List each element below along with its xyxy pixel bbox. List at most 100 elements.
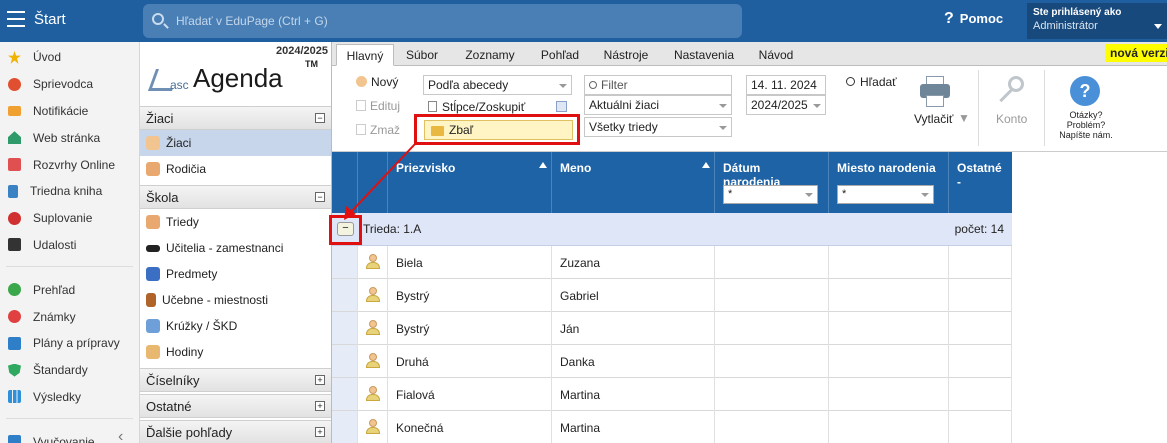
save-icon[interactable] xyxy=(556,101,567,112)
agenda-item-kruzky[interactable]: Krúžky / ŠKD xyxy=(140,313,331,339)
toolbar-divider xyxy=(978,70,979,146)
cell-surname: Bystrý xyxy=(387,279,551,312)
nav-item-udalosti[interactable]: Udalosti xyxy=(0,232,139,259)
tab-navod[interactable]: Návod xyxy=(750,44,802,66)
expand-toggle-icon[interactable]: + xyxy=(315,427,325,437)
agenda-item-rodicia[interactable]: Rodičia xyxy=(140,156,331,182)
nav-item-suplovanie[interactable]: Suplovanie xyxy=(0,205,139,232)
table-row[interactable]: Konečná Martina xyxy=(332,411,1012,443)
filter-value: * xyxy=(842,188,847,200)
agenda-item-triedy[interactable]: Triedy xyxy=(140,209,331,235)
filter-input[interactable]: Filter xyxy=(584,75,732,95)
nav-item-triedna-kniha[interactable]: Triedna kniha xyxy=(0,178,139,205)
columns-group-button[interactable]: Stĺpce/Zoskupiť xyxy=(428,100,525,114)
agenda-item-label: Žiaci xyxy=(166,136,192,150)
column-header-meno[interactable]: Meno xyxy=(551,152,714,213)
tab-subor[interactable]: Súbor xyxy=(396,44,448,66)
table-row[interactable]: Bystrý Gabriel xyxy=(332,279,1012,312)
column-header-datum[interactable]: Dátum narodenia * xyxy=(714,152,828,213)
find-button[interactable]: Hľadať xyxy=(846,75,897,89)
nav-item-notifikacie[interactable]: Notifikácie xyxy=(0,98,139,125)
tab-pohlad[interactable]: Pohľad xyxy=(532,44,588,66)
filter-value: * xyxy=(728,188,733,200)
contact-us-button[interactable]: Otázky? Problém? Napíšte nám. xyxy=(1050,110,1122,140)
agenda-item-ucitelia[interactable]: Učitelia - zamestnanci xyxy=(140,235,331,261)
key-icon[interactable] xyxy=(996,76,1026,106)
edit-button[interactable]: Edituj xyxy=(356,99,400,113)
nav-label: Úvod xyxy=(33,50,62,65)
section-ciselniky[interactable]: Číselníky + xyxy=(140,368,331,392)
filter-select-miesto[interactable]: * xyxy=(837,185,934,204)
nav-label: Štandardy xyxy=(33,363,88,378)
nav-item-vysledky[interactable]: Výsledky xyxy=(0,384,139,411)
menu-icon[interactable] xyxy=(7,11,25,27)
sort-select[interactable]: Podľa abecedy xyxy=(423,75,572,95)
nav-item-znamky[interactable]: Známky xyxy=(0,303,139,330)
mail-icon xyxy=(8,105,21,116)
chevron-down-icon xyxy=(1154,24,1162,29)
cell-place xyxy=(828,312,948,345)
row-icon-cell xyxy=(357,312,387,345)
classes-select[interactable]: Všetky triedy xyxy=(584,117,732,137)
nav-item-rozvrhy[interactable]: Rozvrhy Online xyxy=(0,151,139,178)
help-button[interactable]: ? Pomoc xyxy=(944,10,1003,28)
section-skola[interactable]: Škola − xyxy=(140,185,331,209)
collapse-toggle-icon[interactable]: − xyxy=(315,192,325,202)
table-row[interactable]: Druhá Danka xyxy=(332,345,1012,378)
expand-toggle-icon[interactable]: + xyxy=(315,375,325,385)
section-label: Číselníky xyxy=(146,373,200,388)
agenda-item-ucebne[interactable]: Učebne - miestnosti xyxy=(140,287,331,313)
agenda-item-label: Rodičia xyxy=(166,162,207,176)
question-icon[interactable]: ? xyxy=(1070,76,1100,106)
expand-toggle-icon[interactable]: + xyxy=(315,401,325,411)
table-row[interactable]: Biela Zuzana xyxy=(332,246,1012,279)
cell-place xyxy=(828,246,948,279)
table-row[interactable]: Fialová Martina xyxy=(332,378,1012,411)
new-button[interactable]: Nový xyxy=(356,75,398,89)
column-header-label: Ostatné - xyxy=(957,161,1002,189)
cell-name: Martina xyxy=(551,411,714,443)
section-dalsie-pohlady[interactable]: Ďalšie pohľady + xyxy=(140,420,331,443)
column-header-miesto[interactable]: Miesto narodenia * xyxy=(828,152,948,213)
agenda-item-predmety[interactable]: Predmety xyxy=(140,261,331,287)
nav-item-sprievodca[interactable]: Sprievodca xyxy=(0,71,139,98)
year-select[interactable]: 2024/2025 xyxy=(746,95,826,115)
account-button[interactable]: Konto xyxy=(996,112,1027,126)
section-ostatne[interactable]: Ostatné + xyxy=(140,394,331,418)
chevron-down-icon xyxy=(719,126,727,130)
filter-select-datum[interactable]: * xyxy=(723,185,818,204)
start-link[interactable]: Štart xyxy=(34,11,66,28)
new-version-badge[interactable]: nová verzia xyxy=(1105,44,1167,62)
column-header-priezvisko[interactable]: Priezvisko xyxy=(387,152,551,213)
agenda-item-hodiny[interactable]: Hodiny xyxy=(140,339,331,365)
delete-button[interactable]: Zmaž xyxy=(356,123,400,137)
date-value: 14. 11. 2024 xyxy=(751,78,817,92)
group-row[interactable]: − Trieda: 1.A počet: 14 xyxy=(332,213,1012,246)
section-ziaci[interactable]: Žiaci − xyxy=(140,106,331,130)
sort-asc-icon xyxy=(539,162,547,168)
date-input[interactable]: 14. 11. 2024 xyxy=(746,75,826,95)
printer-icon[interactable] xyxy=(920,76,950,108)
tab-nastavenia[interactable]: Nastavenia xyxy=(668,44,740,66)
collapse-sidebar-icon[interactable]: ‹ xyxy=(118,428,123,443)
nav-item-prehlad[interactable]: Prehľad xyxy=(0,276,139,303)
search-input[interactable]: Hľadať v EduPage (Ctrl + G) xyxy=(143,4,742,38)
tab-hlavny[interactable]: Hlavný xyxy=(336,44,394,66)
students-select[interactable]: Aktuálni žiaci xyxy=(584,95,732,115)
nav-item-uvod[interactable]: Úvod xyxy=(0,44,139,71)
nav-item-plany[interactable]: Plány a prípravy xyxy=(0,330,139,357)
column-header-ostatne[interactable]: Ostatné - xyxy=(948,152,1012,213)
print-dropdown-icon[interactable]: ▼ xyxy=(958,111,970,125)
print-button[interactable]: Vytlačiť xyxy=(914,112,953,126)
collapse-toggle-icon[interactable]: − xyxy=(315,113,325,123)
nav-item-web[interactable]: Web stránka xyxy=(0,124,139,151)
tab-zoznamy[interactable]: Zoznamy xyxy=(458,44,522,66)
agenda-item-ziaci[interactable]: Žiaci xyxy=(140,130,331,156)
student-icon xyxy=(146,136,160,150)
nav-item-standardy[interactable]: Štandardy xyxy=(0,357,139,384)
table-row[interactable]: Bystrý Ján xyxy=(332,312,1012,345)
help-label: Pomoc xyxy=(959,11,1004,26)
tab-nastroje[interactable]: Nástroje xyxy=(594,44,658,66)
user-menu[interactable]: Ste prihlásený ako Administrátor xyxy=(1027,3,1167,39)
cell-other xyxy=(948,246,1012,279)
